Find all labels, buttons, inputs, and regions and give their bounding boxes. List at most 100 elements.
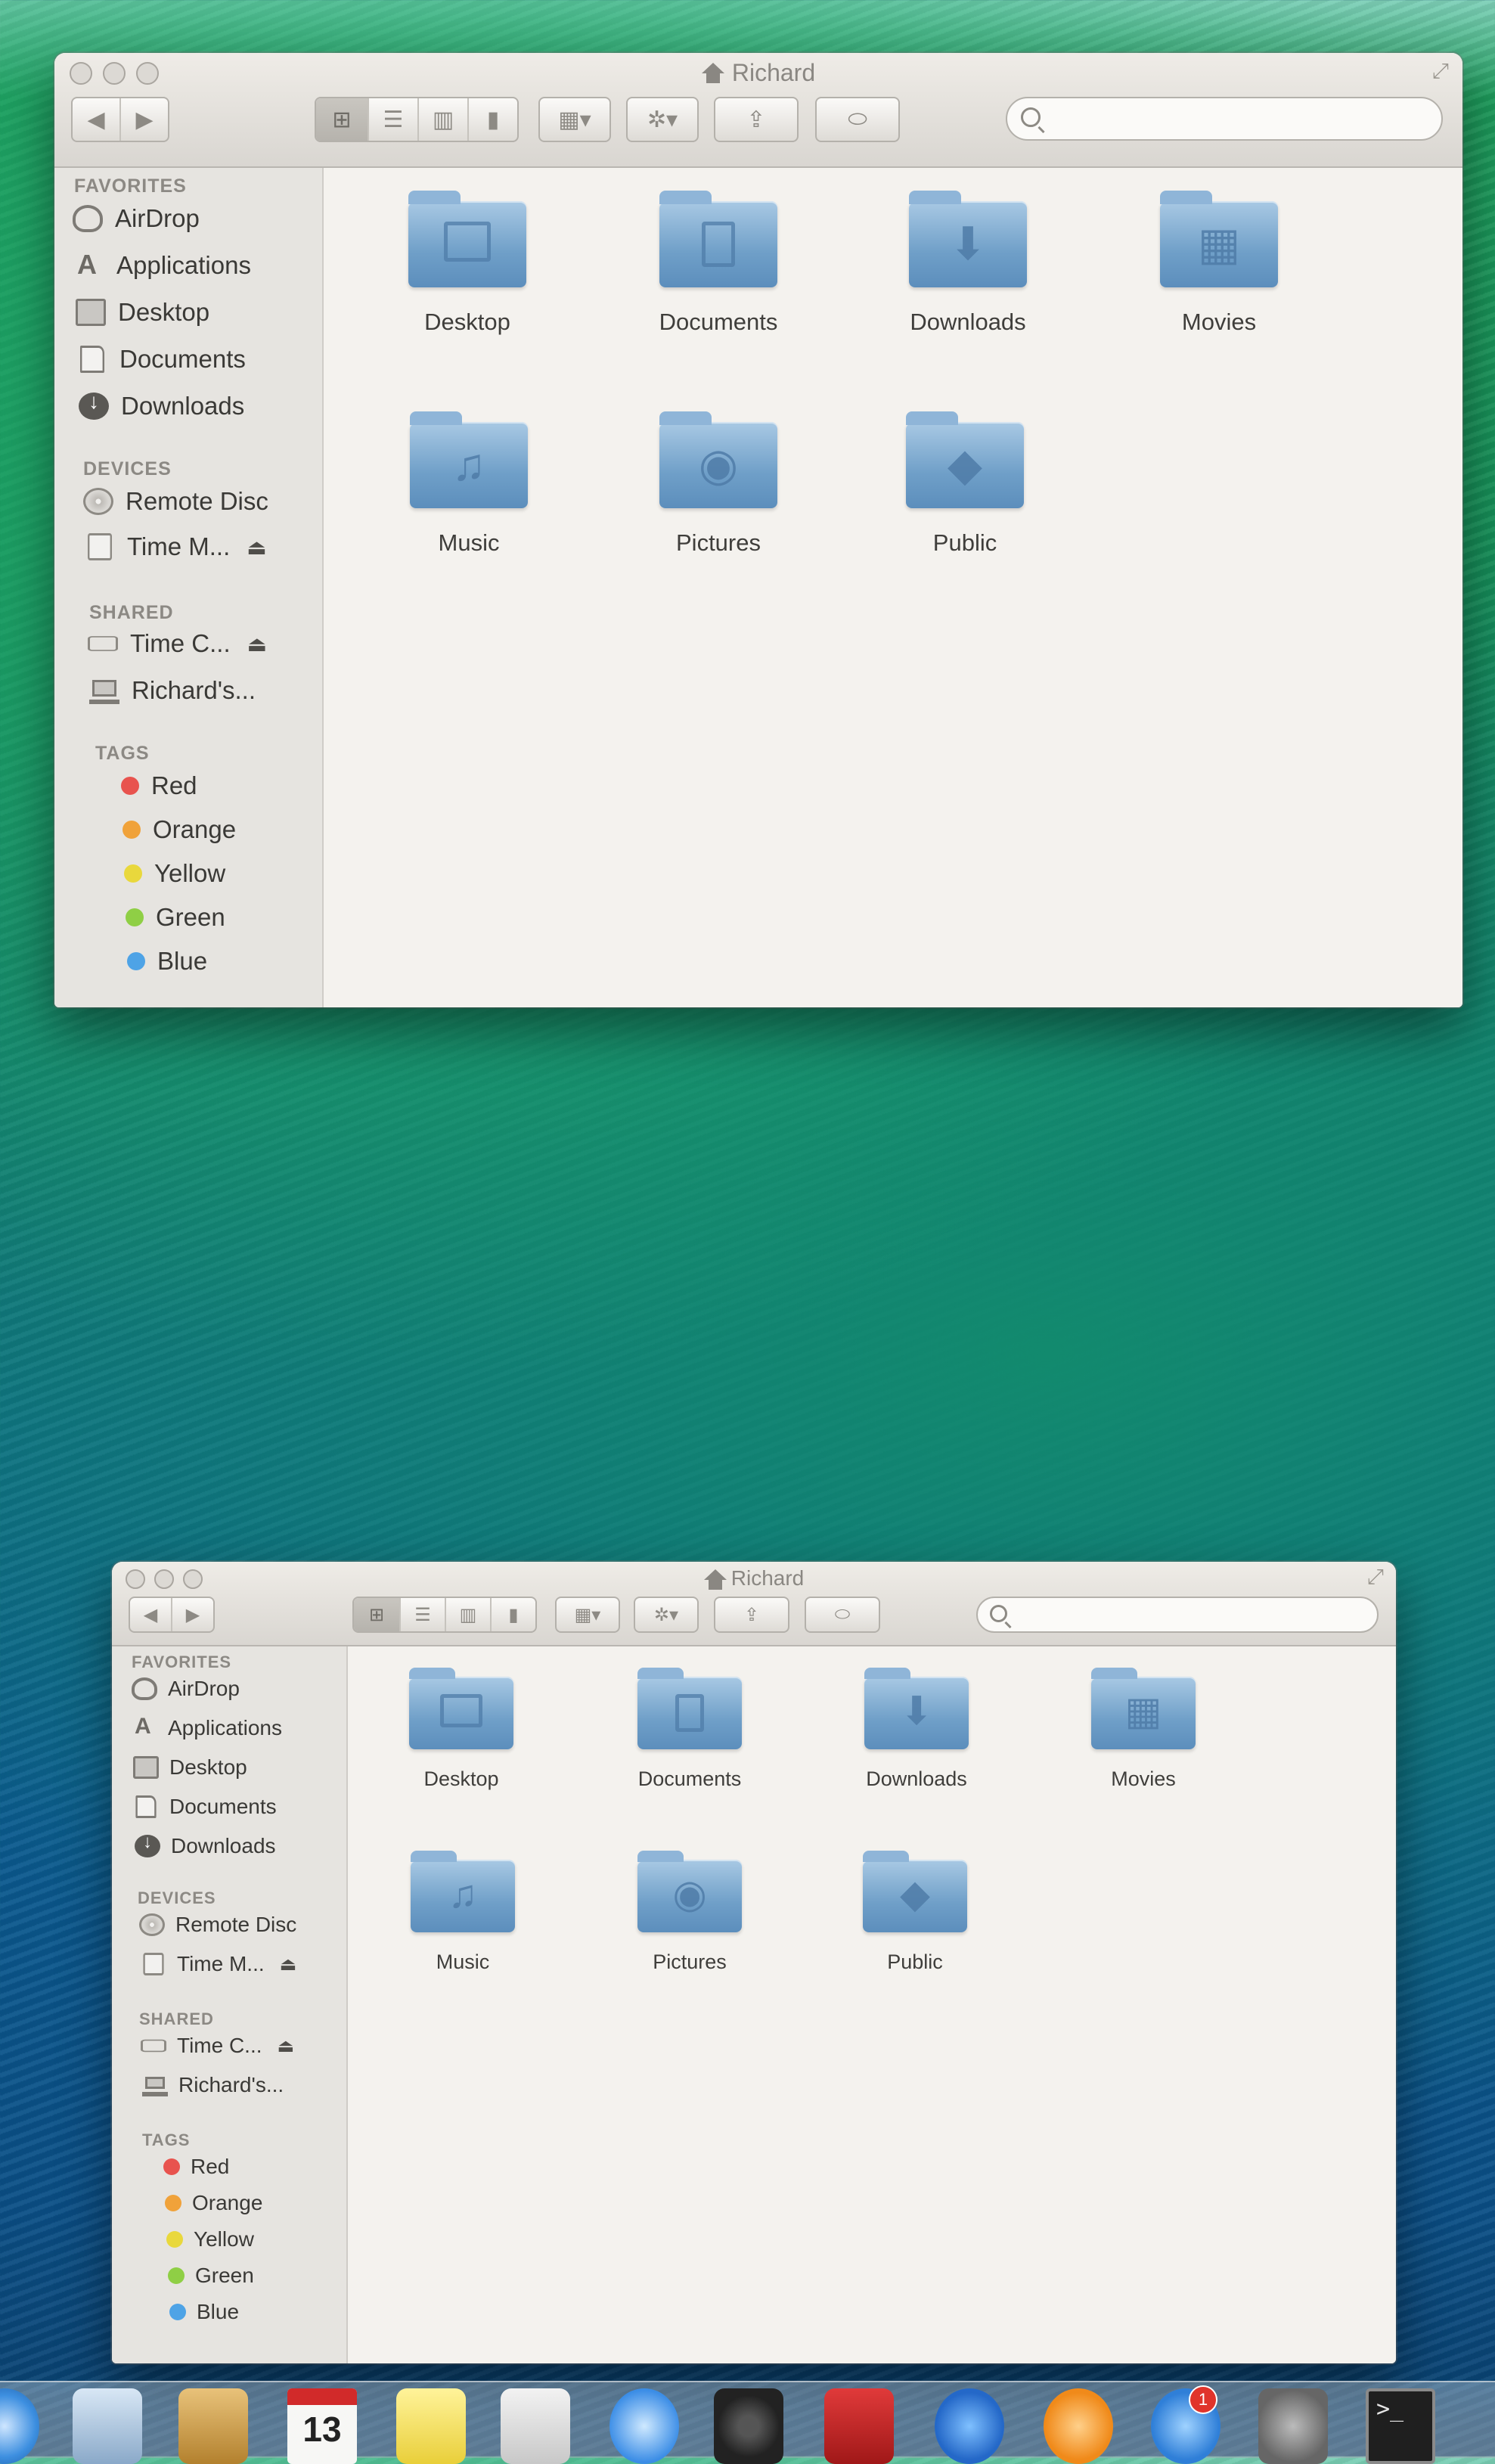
share-group: ⇪ <box>714 97 799 142</box>
forward-button[interactable]: ▶ <box>172 1598 213 1631</box>
desktop-icon <box>133 1756 159 1779</box>
applications-icon <box>74 249 104 281</box>
share-button[interactable]: ⇪ <box>715 1598 788 1631</box>
folder-public[interactable]: ◆ Public <box>874 411 1056 557</box>
sidebar-item-time-machine[interactable]: Time M... ⏏ <box>141 1952 296 1976</box>
icon-view-button[interactable]: ⊞ <box>354 1598 401 1631</box>
folder-movies[interactable]: ▦ Movies <box>1060 1668 1227 1791</box>
forward-button[interactable]: ▶ <box>121 98 168 141</box>
back-button[interactable]: ◀ <box>130 1598 172 1631</box>
sidebar-tag-blue[interactable]: Blue <box>127 947 207 976</box>
terminal-icon[interactable]: >_ <box>1366 2388 1435 2464</box>
sidebar-tag-yellow[interactable]: Yellow <box>124 859 225 888</box>
action-button[interactable]: ✲▾ <box>635 1598 697 1631</box>
arrange-button[interactable]: ▦▾ <box>540 98 609 141</box>
sidebar-item-airdrop[interactable]: AirDrop <box>132 1677 240 1701</box>
notes-icon[interactable] <box>396 2388 466 2464</box>
folder-label: Pictures <box>676 529 761 556</box>
devices-header: DEVICES <box>138 1888 216 1907</box>
sidebar-tag-yellow[interactable]: Yellow <box>166 2227 254 2251</box>
action-button[interactable]: ✲▾ <box>628 98 697 141</box>
cover-flow-button[interactable]: ▮ <box>469 98 517 141</box>
itunes-icon[interactable] <box>935 2388 1004 2464</box>
messages-icon[interactable] <box>609 2388 679 2464</box>
folder-label: Downloads <box>866 1767 967 1790</box>
sidebar-item-downloads[interactable]: Downloads <box>135 1832 276 1858</box>
column-view-button[interactable]: ▥ <box>419 98 469 141</box>
safari-icon[interactable] <box>0 2388 39 2464</box>
sidebar-item-richards-computer[interactable]: Richard's... <box>142 2073 284 2097</box>
arrange-icon: ▦▾ <box>558 107 591 132</box>
mail-icon[interactable] <box>73 2388 142 2464</box>
fullscreen-icon[interactable]: ⤢ <box>1367 1565 1384 1590</box>
eject-icon[interactable]: ⏏ <box>247 632 267 656</box>
finder-window-top: Richard ⤢ ◀ ▶ ⊞ ☰ ▥ ▮ ▦▾ ✲▾ ⇪ ⬭ FAVORITE… <box>54 53 1462 1007</box>
arrange-button[interactable]: ▦▾ <box>557 1598 619 1631</box>
ibooks-icon[interactable] <box>1044 2388 1113 2464</box>
sidebar-item-remote-disc[interactable]: Remote Disc <box>83 487 268 516</box>
sidebar-tag-green[interactable]: Green <box>168 2264 254 2288</box>
documents-folder-icon <box>637 1668 742 1749</box>
calendar-icon[interactable]: 13 <box>287 2388 357 2464</box>
share-group: ⇪ <box>714 1597 789 1633</box>
search-field[interactable] <box>1006 97 1443 141</box>
sidebar-item-richards-computer[interactable]: Richard's... <box>89 676 256 705</box>
tags-button[interactable]: ⬭ <box>817 98 898 141</box>
sidebar-item-downloads[interactable]: Downloads <box>79 389 244 420</box>
folder-public[interactable]: ◆ Public <box>832 1851 998 1974</box>
sidebar-tag-blue[interactable]: Blue <box>169 2300 239 2324</box>
folder-music[interactable]: ♫ Music <box>380 1851 546 1974</box>
airdrop-icon <box>73 205 103 232</box>
sidebar-item-applications[interactable]: Applications <box>132 1714 282 1740</box>
folder-downloads[interactable]: ⬇ Downloads <box>833 1668 1000 1791</box>
facetime-icon[interactable] <box>714 2388 783 2464</box>
sidebar-item-remote-disc[interactable]: Remote Disc <box>139 1913 296 1937</box>
back-button[interactable]: ◀ <box>73 98 121 141</box>
sidebar-item-documents[interactable]: Documents <box>133 1795 277 1819</box>
sidebar-item-time-capsule[interactable]: Time C... ⏏ <box>88 629 267 658</box>
sidebar-tag-red[interactable]: Red <box>121 771 197 800</box>
sidebar-item-label: Blue <box>157 947 208 975</box>
back-forward-group: ◀ ▶ <box>129 1597 215 1633</box>
folder-desktop[interactable]: Desktop <box>378 1668 544 1791</box>
sidebar-item-desktop[interactable]: Desktop <box>76 298 209 327</box>
list-view-button[interactable]: ☰ <box>369 98 419 141</box>
tags-header: TAGS <box>95 743 150 764</box>
column-view-button[interactable]: ▥ <box>446 1598 492 1631</box>
search-field[interactable] <box>976 1597 1379 1633</box>
sidebar-tag-orange[interactable]: Orange <box>165 2191 262 2215</box>
folder-desktop[interactable]: Desktop <box>377 191 558 336</box>
folder-downloads[interactable]: ⬇ Downloads <box>877 191 1059 336</box>
folder-music[interactable]: ♫ Music <box>378 411 560 557</box>
cover-flow-button[interactable]: ▮ <box>492 1598 535 1631</box>
sidebar-item-applications[interactable]: Applications <box>74 249 251 281</box>
folder-documents[interactable]: Documents <box>606 1668 773 1791</box>
share-button[interactable]: ⇪ <box>715 98 797 141</box>
folder-pictures[interactable]: ◉ Pictures <box>606 1851 773 1974</box>
folder-pictures[interactable]: ◉ Pictures <box>628 411 809 557</box>
reminders-icon[interactable] <box>501 2388 570 2464</box>
sidebar-item-time-machine[interactable]: Time M... ⏏ <box>85 532 267 561</box>
folder-documents[interactable]: Documents <box>628 191 809 336</box>
sidebar-tag-red[interactable]: Red <box>163 2155 229 2179</box>
folder-movies[interactable]: ▦ Movies <box>1128 191 1310 336</box>
contacts-icon[interactable] <box>178 2388 248 2464</box>
fullscreen-icon[interactable]: ⤢ <box>1432 59 1449 84</box>
system-preferences-icon[interactable] <box>1258 2388 1328 2464</box>
eject-icon[interactable]: ⏏ <box>247 535 266 560</box>
sidebar-item-documents[interactable]: Documents <box>77 345 246 374</box>
sidebar-item-desktop[interactable]: Desktop <box>133 1755 247 1780</box>
eject-icon[interactable]: ⏏ <box>278 2035 295 2057</box>
list-view-button[interactable]: ☰ <box>401 1598 446 1631</box>
eject-icon[interactable]: ⏏ <box>280 1954 297 1975</box>
photo-booth-icon[interactable] <box>824 2388 894 2464</box>
sidebar-item-time-capsule[interactable]: Time C... ⏏ <box>141 2034 294 2058</box>
dock: 13 1 >_ <box>0 2381 1495 2464</box>
icon-view-button[interactable]: ⊞ <box>316 98 369 141</box>
pictures-folder-icon: ◉ <box>659 411 777 508</box>
app-store-icon[interactable]: 1 <box>1151 2385 1221 2464</box>
sidebar-item-airdrop[interactable]: AirDrop <box>73 204 200 233</box>
sidebar-tag-green[interactable]: Green <box>126 903 225 932</box>
tags-button[interactable]: ⬭ <box>806 1598 879 1631</box>
sidebar-tag-orange[interactable]: Orange <box>123 815 236 844</box>
